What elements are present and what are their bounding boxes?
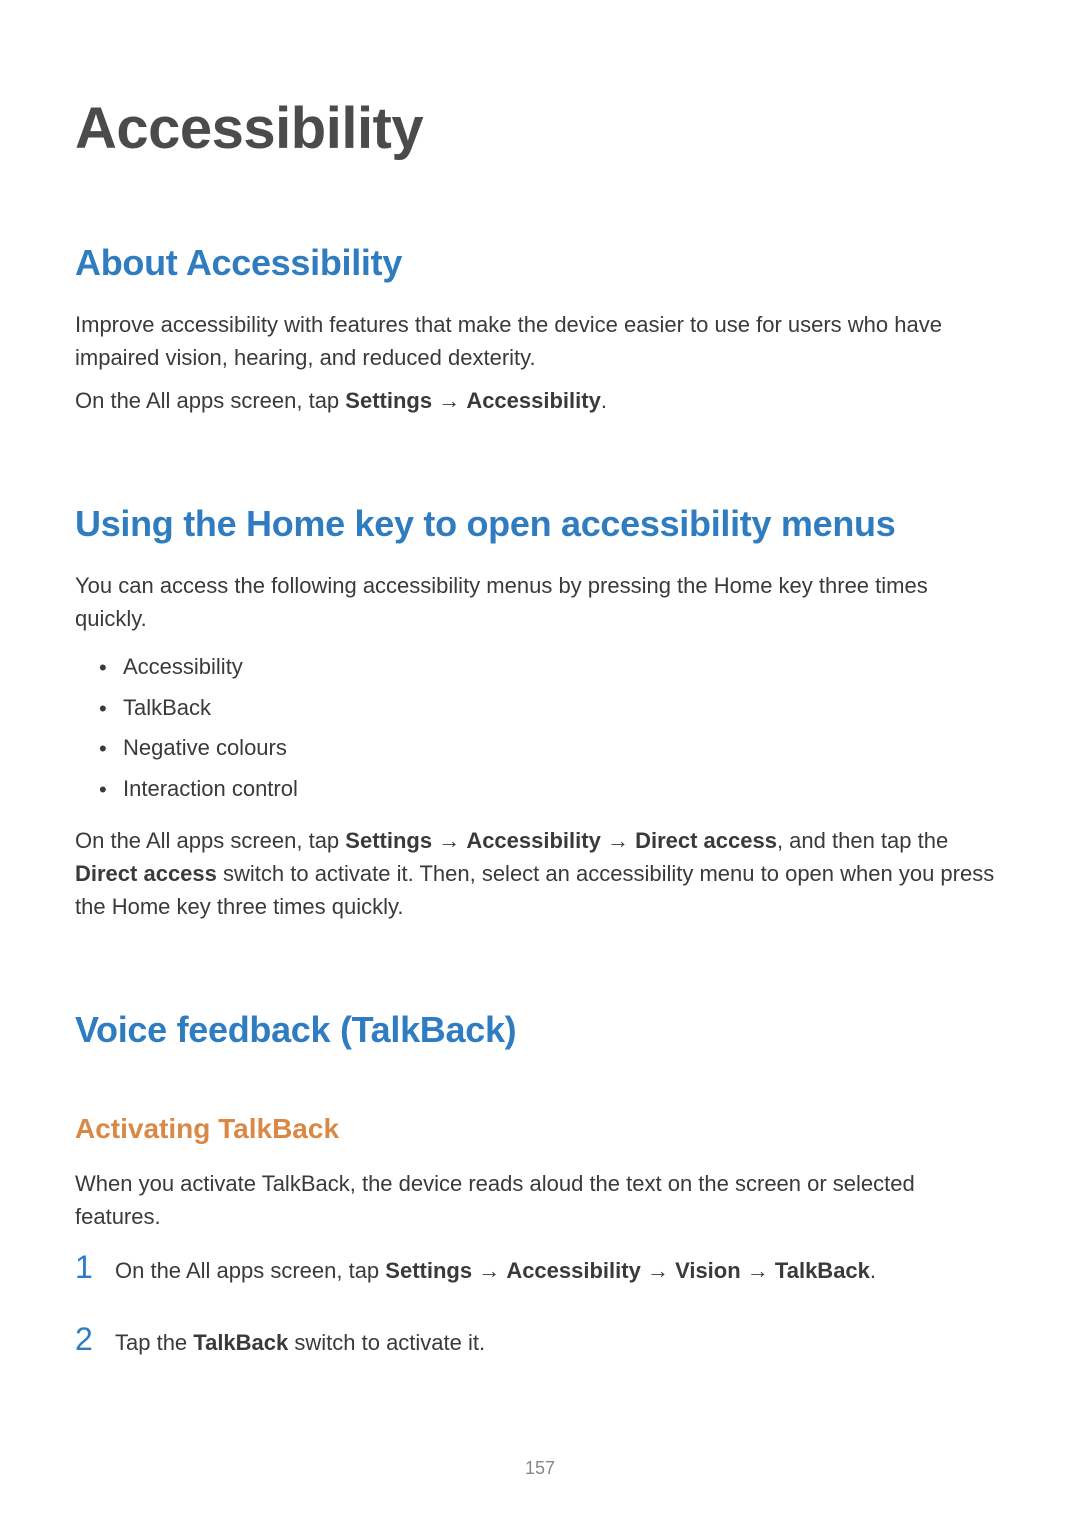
list-item: TalkBack (103, 688, 1005, 729)
bold-direct-access: Direct access (635, 828, 777, 853)
bold-talkback: TalkBack (775, 1258, 870, 1283)
list-item: Interaction control (103, 769, 1005, 810)
numbered-step: 1 On the All apps screen, tap Settings →… (75, 1243, 1005, 1291)
about-para-1: Improve accessibility with features that… (75, 308, 1005, 374)
voice-steps-list: 1 On the All apps screen, tap Settings →… (75, 1243, 1005, 1363)
text-fragment: On the All apps screen, tap (75, 388, 345, 413)
about-para-2: On the All apps screen, tap Settings → A… (75, 384, 1005, 417)
section-heading-voice: Voice feedback (TalkBack) (75, 1009, 1005, 1051)
step-text: Tap the TalkBack switch to activate it. (115, 1326, 485, 1359)
arrow-icon: → (432, 828, 466, 853)
text-fragment: , and then tap the (777, 828, 948, 853)
arrow-icon: → (472, 1258, 506, 1283)
bold-vision: Vision (675, 1258, 741, 1283)
page-title: Accessibility (75, 95, 1005, 162)
subsection-heading-activating-talkback: Activating TalkBack (75, 1113, 1005, 1145)
homekey-para-1: You can access the following accessibili… (75, 569, 1005, 635)
section-heading-about: About Accessibility (75, 242, 1005, 284)
text-fragment: Tap the (115, 1330, 193, 1355)
bold-accessibility: Accessibility (466, 388, 601, 413)
list-item: Accessibility (103, 647, 1005, 688)
numbered-step: 2 Tap the TalkBack switch to activate it… (75, 1315, 1005, 1363)
section-heading-homekey: Using the Home key to open accessibility… (75, 503, 1005, 545)
bold-talkback: TalkBack (193, 1330, 288, 1355)
homekey-para-2: On the All apps screen, tap Settings → A… (75, 824, 1005, 923)
step-number: 2 (75, 1315, 111, 1363)
text-fragment: . (870, 1258, 876, 1283)
text-fragment: On the All apps screen, tap (115, 1258, 385, 1283)
bold-settings: Settings (385, 1258, 472, 1283)
bold-direct-access: Direct access (75, 861, 217, 886)
text-fragment: switch to activate it. (288, 1330, 485, 1355)
step-text: On the All apps screen, tap Settings → A… (115, 1254, 876, 1287)
step-number: 1 (75, 1243, 111, 1291)
list-item: Negative colours (103, 728, 1005, 769)
bold-settings: Settings (345, 828, 432, 853)
arrow-icon: → (641, 1258, 675, 1283)
homekey-bullet-list: Accessibility TalkBack Negative colours … (75, 647, 1005, 810)
page-number: 157 (0, 1458, 1080, 1479)
voice-para-1: When you activate TalkBack, the device r… (75, 1167, 1005, 1233)
arrow-icon: → (432, 388, 466, 413)
text-fragment: On the All apps screen, tap (75, 828, 345, 853)
bold-accessibility: Accessibility (506, 1258, 641, 1283)
bold-settings: Settings (345, 388, 432, 413)
bold-accessibility: Accessibility (466, 828, 601, 853)
arrow-icon: → (601, 828, 635, 853)
text-fragment: . (601, 388, 607, 413)
arrow-icon: → (741, 1258, 775, 1283)
